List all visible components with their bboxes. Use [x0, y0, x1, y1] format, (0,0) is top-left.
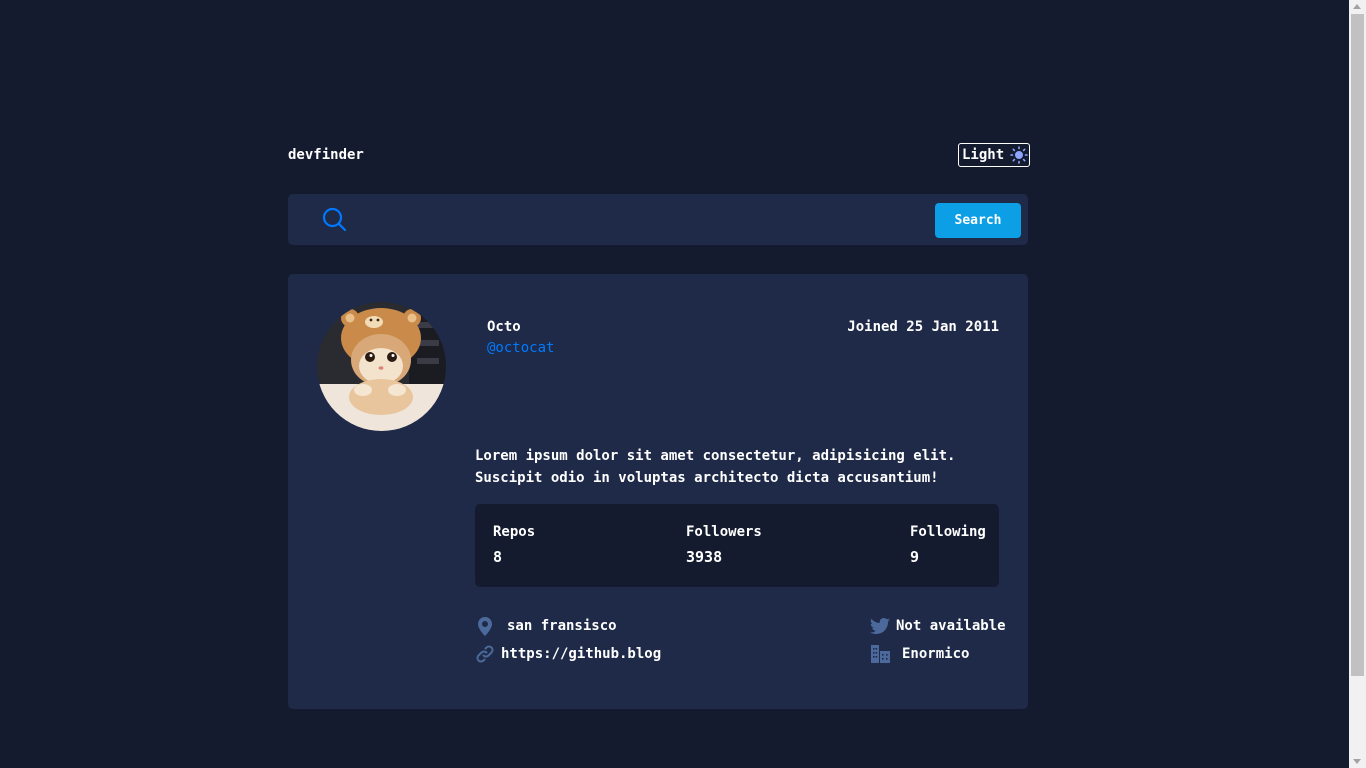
theme-toggle-label: Light [962, 146, 1005, 163]
joined-date: Joined 25 Jan 2011 [847, 319, 999, 335]
vertical-scrollbar[interactable] [1349, 0, 1366, 768]
scroll-up-arrow-icon[interactable] [1353, 4, 1361, 9]
scrollbar-thumb[interactable] [1351, 14, 1364, 676]
search-button[interactable]: Search [935, 203, 1021, 238]
header: devfinder Light [288, 141, 1030, 168]
logo: devfinder [288, 146, 364, 163]
twitter-row: Not available [870, 616, 1006, 636]
page: devfinder Light Search Octo @octocat Joi… [0, 0, 1366, 768]
link-icon [475, 644, 495, 664]
company-row: Enormico [870, 644, 969, 664]
stat-repos-label: Repos [493, 524, 536, 540]
location-row: san fransisco [475, 616, 617, 636]
stat-repos-value: 8 [493, 548, 503, 566]
profile-card: Octo @octocat Joined 25 Jan 2011 Lorem i… [288, 274, 1028, 709]
blog-row[interactable]: https://github.blog [475, 644, 661, 664]
search-bar: Search [288, 194, 1028, 245]
stats-panel: Repos 8 Followers 3938 Following 9 [475, 504, 999, 587]
twitter-text: Not available [896, 618, 1006, 634]
search-input[interactable] [358, 206, 922, 234]
profile-login-link[interactable]: @octocat [487, 340, 554, 356]
company-text: Enormico [902, 646, 970, 662]
theme-toggle-button[interactable]: Light [958, 142, 1030, 167]
stat-repos: Repos 8 [493, 524, 535, 566]
avatar-image [317, 302, 446, 431]
twitter-icon [870, 616, 890, 636]
stat-followers: Followers 3938 [686, 524, 762, 566]
stat-following-value: 9 [910, 548, 920, 566]
sun-icon [1010, 145, 1028, 164]
stat-following-label: Following [910, 524, 986, 540]
stat-followers-value: 3938 [686, 548, 723, 566]
stat-following: Following 9 [910, 524, 986, 566]
search-icon [322, 207, 347, 232]
blog-link[interactable]: https://github.blog [501, 646, 661, 662]
building-icon [870, 644, 890, 664]
profile-bio: Lorem ipsum dolor sit amet consectetur, … [475, 448, 956, 486]
stat-followers-label: Followers [686, 524, 762, 540]
avatar [317, 302, 446, 431]
scroll-down-arrow-icon[interactable] [1353, 759, 1361, 764]
location-pin-icon [475, 616, 495, 636]
location-text: san fransisco [507, 618, 617, 634]
app-container: devfinder Light Search Octo @octocat Joi… [288, 141, 1030, 709]
profile-name: Octo [487, 319, 521, 335]
